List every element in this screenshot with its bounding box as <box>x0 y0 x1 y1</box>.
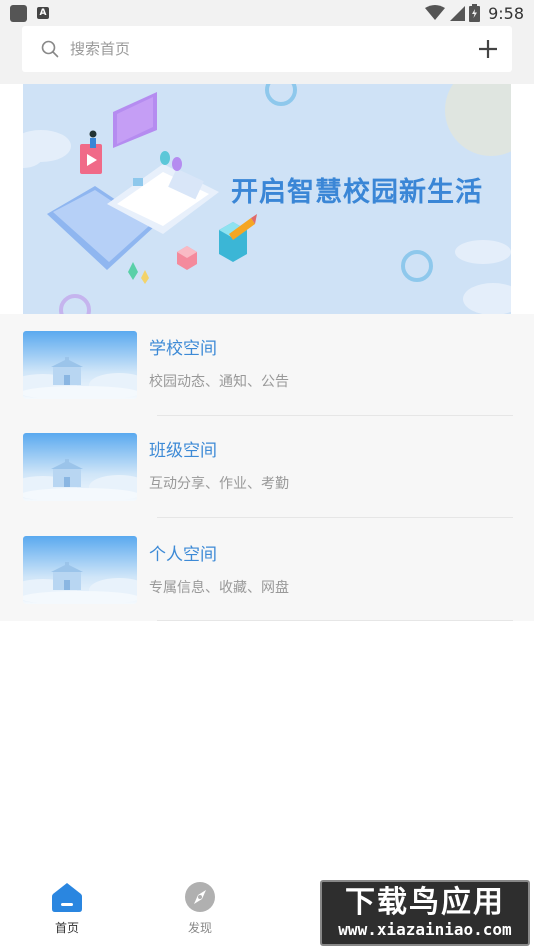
status-bar: A 9:58 <box>0 0 534 26</box>
notification-square-icon <box>10 4 27 22</box>
watermark-logo: 下载鸟应用 www.xiazainiao.com <box>320 880 530 946</box>
list-item-school-space[interactable]: 学校空间 校园动态、通知、公告 <box>0 314 534 416</box>
list-item-subtitle: 互动分享、作业、考勤 <box>149 476 289 492</box>
clock-time: 9:58 <box>488 3 524 23</box>
list-item-title: 个人空间 <box>149 545 217 565</box>
list-item-title: 班级空间 <box>149 441 217 461</box>
compass-icon <box>185 882 215 912</box>
plus-icon <box>479 40 497 58</box>
nav-label-discover: 发现 <box>187 921 212 935</box>
list-item-class-space[interactable]: 班级空间 互动分享、作业、考勤 <box>0 416 534 518</box>
space-list: 学校空间 校园动态、通知、公告 班级空间 互动分享、作业、考勤 个人空间 专属信… <box>0 314 534 621</box>
header <box>0 26 534 84</box>
search-input[interactable] <box>70 40 474 58</box>
promo-banner[interactable]: 开启智慧校园新生活 <box>23 84 511 314</box>
list-item-subtitle: 校园动态、通知、公告 <box>149 374 289 390</box>
battery-icon <box>469 4 481 22</box>
search-bar[interactable] <box>22 26 512 72</box>
home-icon <box>52 883 82 912</box>
search-icon <box>41 40 59 58</box>
list-divider <box>157 620 513 621</box>
list-item-title: 学校空间 <box>149 339 217 359</box>
class-thumbnail <box>23 433 137 501</box>
school-thumbnail <box>23 331 137 399</box>
signal-icon <box>450 6 466 21</box>
banner-slogan: 开启智慧校园新生活 <box>231 177 483 208</box>
nav-tab-home[interactable]: 首页 <box>22 872 112 942</box>
personal-thumbnail <box>23 536 137 604</box>
nav-tab-discover[interactable]: 发现 <box>155 872 245 942</box>
list-item-subtitle: 专属信息、收藏、网盘 <box>149 580 289 596</box>
watermark-line1: 下载鸟应用 <box>345 885 505 920</box>
notification-a-icon: A <box>37 7 49 19</box>
watermark-line2: www.xiazainiao.com <box>338 920 512 939</box>
list-item-personal-space[interactable]: 个人空间 专属信息、收藏、网盘 <box>0 518 534 621</box>
nav-label-home: 首页 <box>54 921 79 935</box>
add-button[interactable] <box>474 35 502 63</box>
wifi-icon <box>425 5 446 20</box>
